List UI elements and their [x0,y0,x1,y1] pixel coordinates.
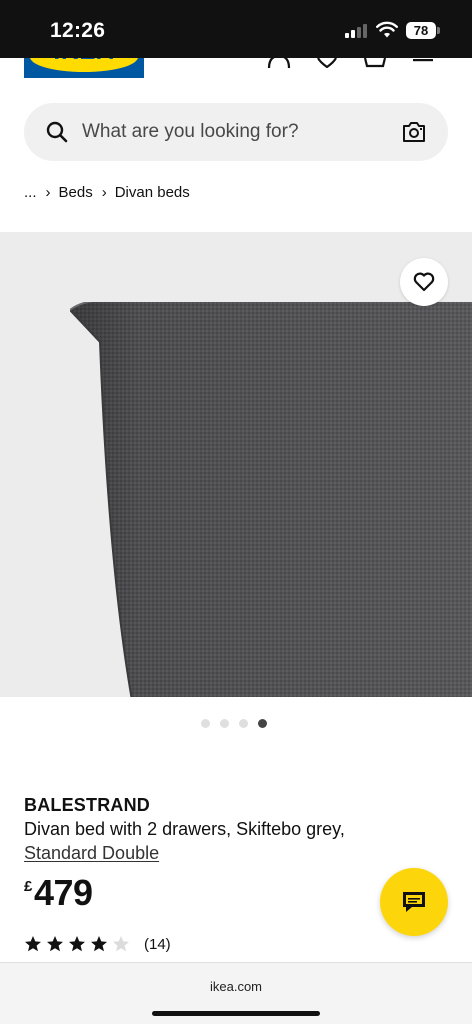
status-time: 12:26 [50,19,106,42]
status-bar: 12:26 78 [0,0,472,58]
carousel-dot[interactable] [220,719,229,728]
cellular-signal-icon [345,24,369,38]
carousel-dot[interactable] [239,719,248,728]
price-currency: £ [24,878,33,895]
url-text[interactable]: ikea.com [0,979,472,994]
logo-text: IKEA [24,58,144,66]
heart-icon[interactable] [314,58,340,68]
rating-stars [24,935,134,953]
star-empty-icon [113,936,129,952]
star-filled-icon [69,936,85,952]
ikea-logo[interactable]: IKEA [24,58,144,78]
chat-button[interactable] [380,868,448,936]
product-rating[interactable]: (14) [24,934,171,954]
search-bar[interactable]: What are you looking for? [24,103,448,161]
headboard-image [70,302,472,697]
breadcrumb-item-beds[interactable]: Beds [59,184,93,201]
battery-cap [437,27,440,34]
price-amount: 479 [34,872,93,913]
carousel-dot-active[interactable] [258,719,267,728]
home-indicator [152,1011,320,1016]
review-count[interactable]: (14) [144,936,171,953]
product-name: BALESTRAND [24,795,150,815]
menu-icon[interactable] [410,58,436,68]
breadcrumb: ... › Beds › Divan beds [24,182,190,202]
star-filled-icon [25,936,41,952]
profile-icon[interactable] [266,58,292,68]
product-size-link[interactable]: Standard Double [24,843,159,864]
star-filled-icon [47,936,63,952]
chevron-right-icon: › [45,183,51,201]
search-icon[interactable] [46,121,68,143]
save-to-wishlist-button[interactable] [400,258,448,306]
carousel-dot[interactable] [201,719,210,728]
battery-indicator: 78 [406,22,436,39]
carousel-indicator[interactable] [201,719,267,729]
heart-outline-icon [413,272,435,292]
product-description: Divan bed with 2 drawers, Skiftebo grey, [24,819,345,839]
breadcrumb-item-divan-beds[interactable]: Divan beds [115,184,190,201]
breadcrumb-ellipsis[interactable]: ... [24,184,37,201]
wifi-icon [376,21,398,38]
basket-icon[interactable] [362,58,388,68]
star-filled-icon [91,936,107,952]
search-input[interactable]: What are you looking for? [82,121,299,143]
chevron-right-icon: › [101,183,107,201]
chat-bubble-icon [403,892,425,912]
product-image[interactable] [0,232,472,697]
camera-icon[interactable] [402,121,426,143]
browser-address-bar[interactable]: ikea.com [0,962,472,1024]
site-header: IKEA [0,58,472,98]
